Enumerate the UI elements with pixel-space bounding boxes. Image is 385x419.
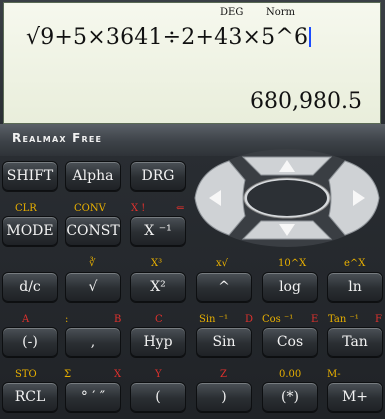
sub-cube: X³ — [151, 258, 163, 269]
sub-a: A — [22, 314, 30, 325]
sub-x: X — [114, 369, 122, 380]
sub-d: D — [245, 314, 254, 325]
sub-cbrt: ∛ — [89, 258, 96, 269]
norm-indicator: Norm — [266, 7, 296, 18]
key-dms[interactable]: ° ′ ″ — [65, 382, 121, 412]
result-value: 680,980.5 — [250, 89, 362, 114]
key-square[interactable]: X² — [130, 272, 186, 302]
sub-backspace: ⇐ — [176, 203, 185, 214]
key-log[interactable]: log — [262, 272, 318, 302]
key-right-paren[interactable]: ) — [196, 382, 252, 412]
sub-f: F — [375, 314, 382, 325]
lcd-display: DEG Norm √9+5×3641÷2+43×5^6 680,980.5 — [3, 2, 381, 124]
sub-fixed: 0.00 — [279, 369, 302, 380]
calculator: DEG Norm √9+5×3641÷2+43×5^6 680,980.5 Re… — [0, 0, 385, 419]
key-paren-star[interactable]: (*) — [262, 382, 318, 412]
sub-xroot: x√ — [216, 258, 229, 269]
key-left-paren[interactable]: ( — [130, 382, 186, 412]
key-ln[interactable]: ln — [327, 272, 383, 302]
key-const[interactable]: CONST — [65, 216, 121, 246]
sub-z: Z — [220, 369, 227, 380]
sub-e: E — [311, 314, 319, 325]
app-name: Realmax Free — [12, 131, 103, 145]
direction-pad — [193, 147, 381, 249]
sub-acos: Cos ⁻¹ — [262, 314, 294, 325]
key-hyp[interactable]: Hyp — [130, 327, 186, 357]
sub-sto: STO — [15, 369, 37, 380]
dpad-center — [247, 180, 327, 216]
key-tan[interactable]: Tan — [327, 327, 383, 357]
sub-conv: CONV — [74, 203, 106, 214]
key-rcl[interactable]: RCL — [2, 382, 58, 412]
sub-b: B — [114, 314, 122, 325]
sub-c: C — [155, 314, 163, 325]
key-shift[interactable]: SHIFT — [2, 161, 58, 191]
key-drg[interactable]: DRG — [130, 161, 186, 191]
sub-ex: e^X — [344, 258, 366, 269]
key-reciprocal[interactable]: X ⁻¹ — [130, 216, 186, 246]
sub-sigma: Σ — [64, 369, 72, 380]
dpad-right-button[interactable] — [328, 160, 380, 236]
expression-line: √9+5×3641÷2+43×5^6 — [26, 25, 312, 50]
sub-y: Y — [155, 369, 162, 380]
deg-indicator: DEG — [220, 7, 244, 18]
key-sqrt[interactable]: √ — [65, 272, 121, 302]
key-cos[interactable]: Cos — [262, 327, 318, 357]
sub-atan: Tan ⁻¹ — [328, 314, 359, 325]
sub-asin: Sin ⁻¹ — [199, 314, 228, 325]
key-comma[interactable]: , — [65, 327, 121, 357]
key-dc[interactable]: d/c — [2, 272, 58, 302]
sub-mminus: M- — [327, 369, 341, 380]
key-negate[interactable]: (-) — [2, 327, 58, 357]
expression-text: √9+5×3641÷2+43×5^6 — [26, 25, 309, 50]
text-cursor — [309, 27, 312, 47]
sub-10x: 10^X — [278, 258, 307, 269]
key-mode[interactable]: MODE — [2, 216, 58, 246]
key-mplus[interactable]: M+ — [327, 382, 383, 412]
key-alpha[interactable]: Alpha — [65, 161, 121, 191]
sub-clr: CLR — [15, 203, 37, 214]
key-sin[interactable]: Sin — [196, 327, 252, 357]
dpad-left-button[interactable] — [194, 160, 246, 236]
key-power[interactable]: ^ — [196, 272, 252, 302]
sub-colon: : — [65, 314, 69, 325]
sub-factorial: X ! — [131, 203, 146, 214]
